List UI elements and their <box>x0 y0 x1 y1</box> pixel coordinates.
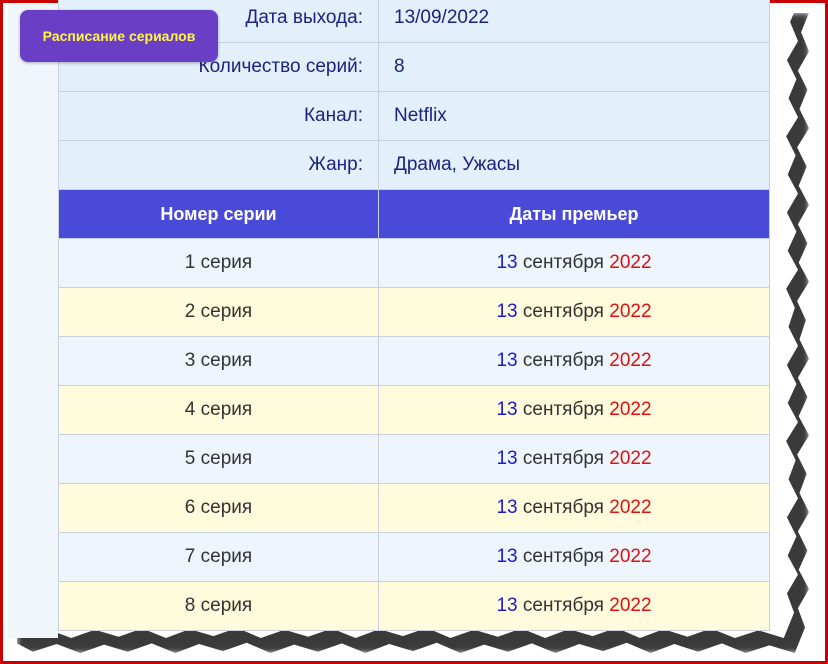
info-row-genre: Жанр: Драма, Ужасы <box>58 140 770 190</box>
table-row: 5 серия 13 сентября 2022 <box>58 434 770 484</box>
info-row-channel: Канал: Netflix <box>58 91 770 141</box>
date-cell: 13 сентября 2022 <box>378 238 770 288</box>
date-day: 13 <box>496 546 518 567</box>
date-month: сентября <box>522 448 604 469</box>
column-header-episode: Номер серии <box>58 189 379 239</box>
date-month: сентября <box>522 546 604 567</box>
date-year: 2022 <box>609 546 652 567</box>
info-label: Канал: <box>58 91 379 141</box>
date-cell: 13 сентября 2022 <box>378 287 770 337</box>
episode-cell: 5 серия <box>58 434 379 484</box>
table-row: 2 серия 13 сентября 2022 <box>58 287 770 337</box>
date-day: 13 <box>496 497 518 518</box>
table-header-row: Номер серии Даты премьер <box>58 189 770 239</box>
episode-cell: 4 серия <box>58 385 379 435</box>
episode-cell: 6 серия <box>58 483 379 533</box>
screenshot-frame: Дата выхода: 13/09/2022 Количество серий… <box>0 0 828 664</box>
table-row: 3 серия 13 сентября 2022 <box>58 336 770 386</box>
date-year: 2022 <box>609 399 652 420</box>
date-year: 2022 <box>609 350 652 371</box>
info-value: Драма, Ужасы <box>378 140 770 190</box>
date-cell: 13 сентября 2022 <box>378 336 770 386</box>
date-month: сентября <box>522 350 604 371</box>
date-month: сентября <box>522 399 604 420</box>
date-cell: 13 сентября 2022 <box>378 532 770 582</box>
date-day: 13 <box>496 595 518 616</box>
column-header-dates: Даты премьер <box>378 189 770 239</box>
date-month: сентября <box>522 595 604 616</box>
table-row: 6 серия 13 сентября 2022 <box>58 483 770 533</box>
date-day: 13 <box>496 252 518 273</box>
date-day: 13 <box>496 399 518 420</box>
table-row: 4 серия 13 сентября 2022 <box>58 385 770 435</box>
info-value: 13/09/2022 <box>378 0 770 43</box>
date-day: 13 <box>496 301 518 322</box>
episode-cell: 8 серия <box>58 581 379 631</box>
date-month: сентября <box>522 497 604 518</box>
date-cell: 13 сентября 2022 <box>378 385 770 435</box>
date-cell: 13 сентября 2022 <box>378 581 770 631</box>
series-schedule-badge[interactable]: Расписание сериалов <box>20 10 218 62</box>
episode-cell: 3 серия <box>58 336 379 386</box>
table-row: 7 серия 13 сентября 2022 <box>58 532 770 582</box>
table-row: 1 серия 13 сентября 2022 <box>58 238 770 288</box>
date-year: 2022 <box>609 301 652 322</box>
date-year: 2022 <box>609 252 652 273</box>
episode-cell: 1 серия <box>58 238 379 288</box>
date-day: 13 <box>496 350 518 371</box>
left-margin-strip <box>8 3 58 638</box>
series-schedule-table: Дата выхода: 13/09/2022 Количество серий… <box>58 0 770 631</box>
date-year: 2022 <box>609 497 652 518</box>
date-cell: 13 сентября 2022 <box>378 434 770 484</box>
date-month: сентября <box>522 252 604 273</box>
date-month: сентября <box>522 301 604 322</box>
info-value: Netflix <box>378 91 770 141</box>
table-row: 8 серия 13 сентября 2022 <box>58 581 770 631</box>
info-value: 8 <box>378 42 770 92</box>
episode-cell: 2 серия <box>58 287 379 337</box>
info-label: Жанр: <box>58 140 379 190</box>
date-year: 2022 <box>609 595 652 616</box>
episode-cell: 7 серия <box>58 532 379 582</box>
date-cell: 13 сентября 2022 <box>378 483 770 533</box>
date-day: 13 <box>496 448 518 469</box>
date-year: 2022 <box>609 448 652 469</box>
